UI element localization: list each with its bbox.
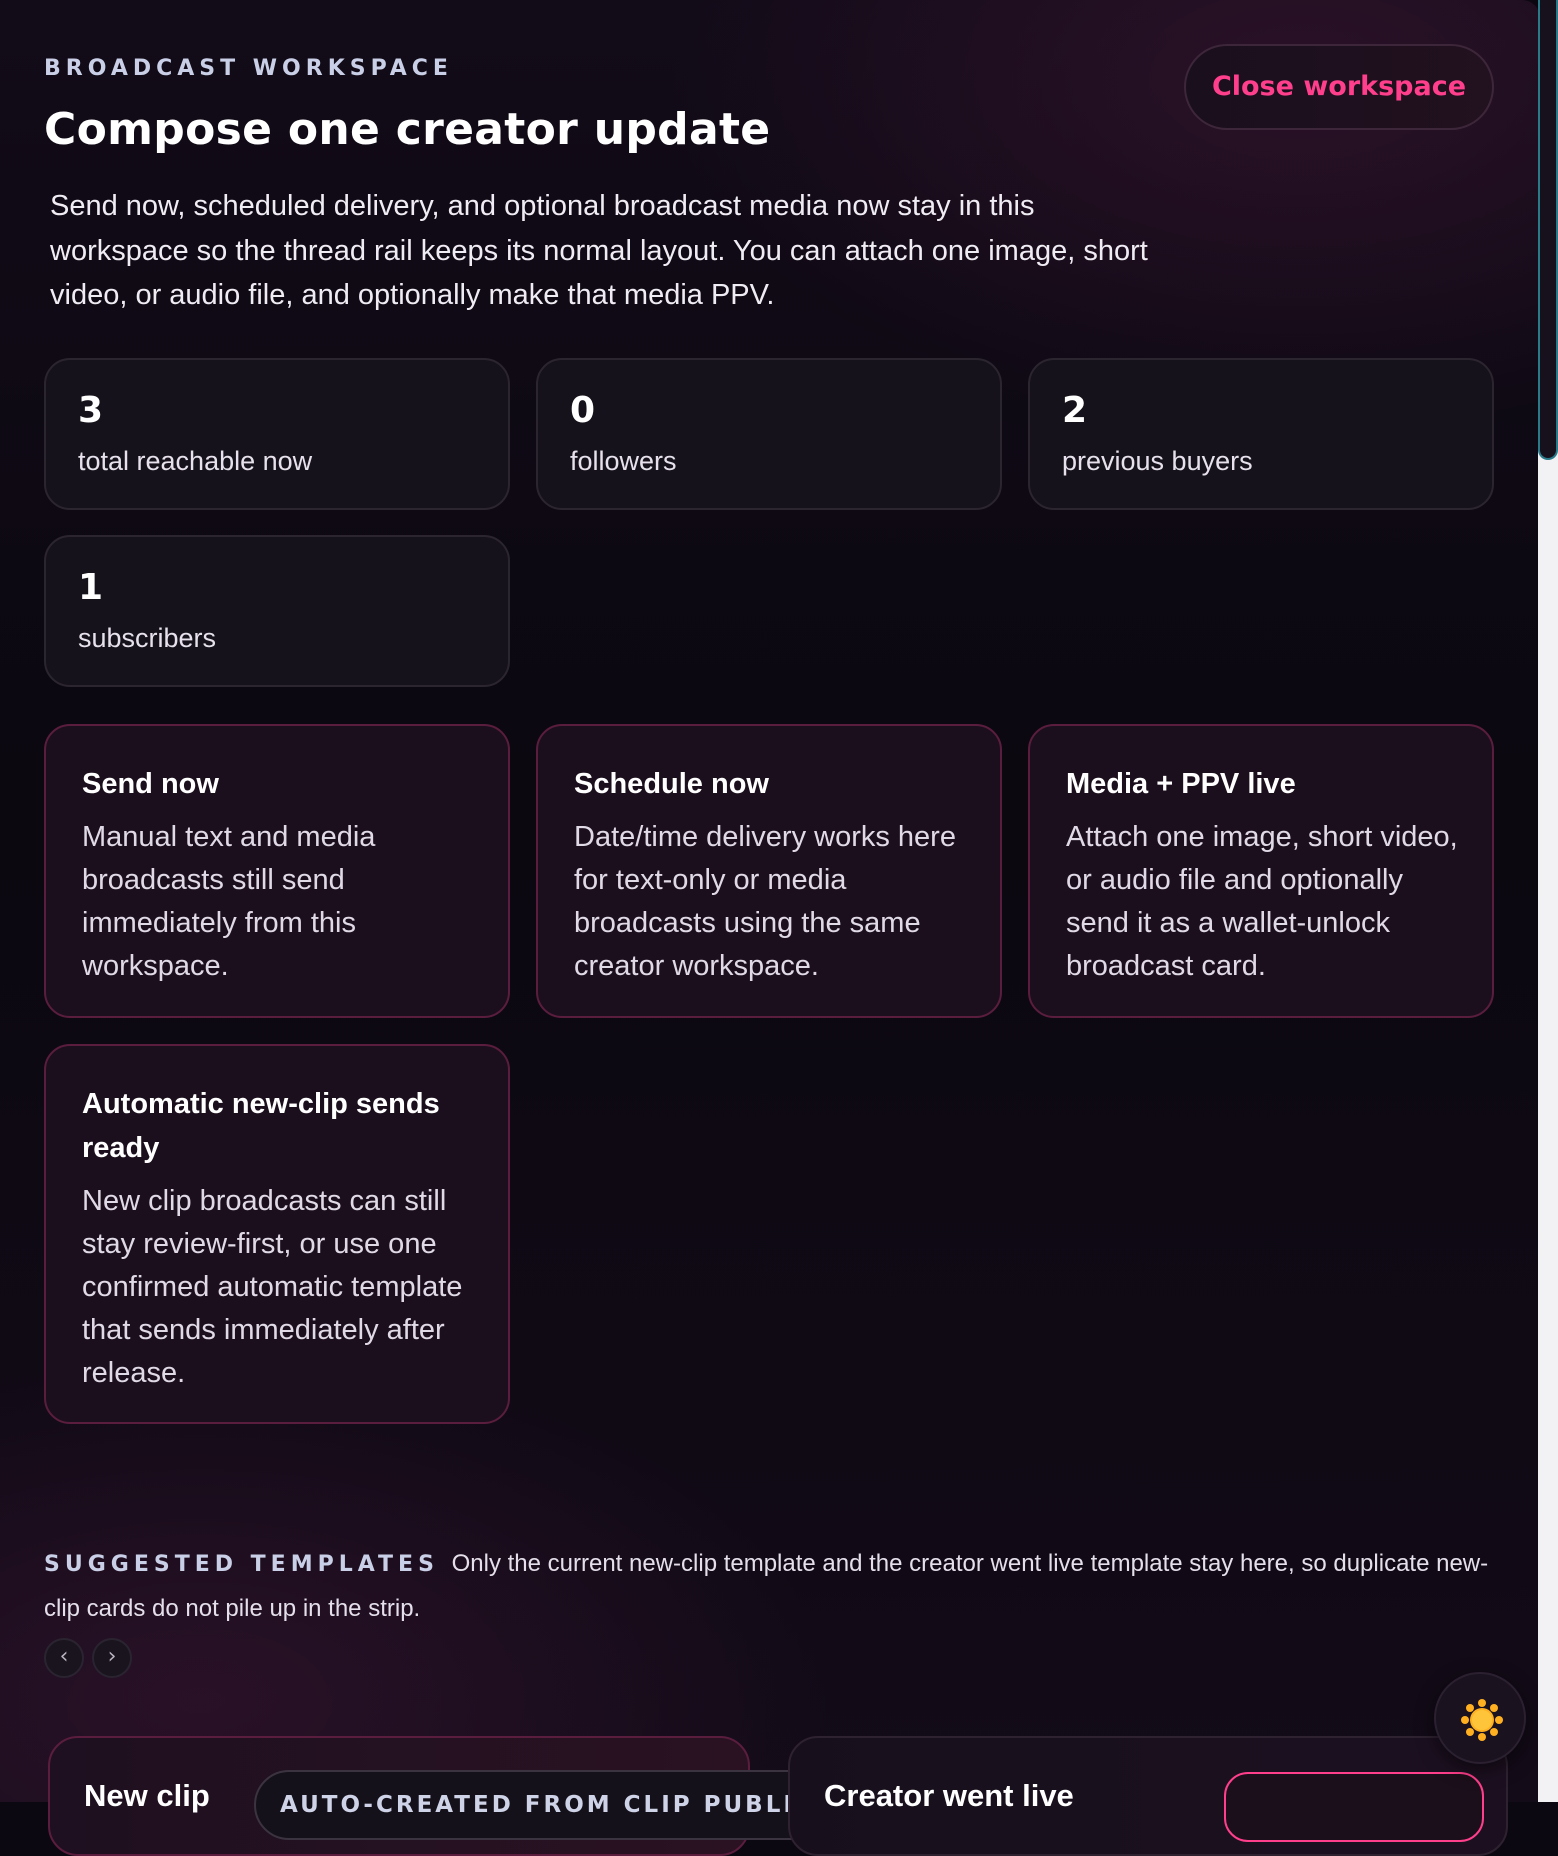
scrollbar-thumb[interactable] xyxy=(1538,0,1558,460)
feature-title: Schedule now xyxy=(574,768,769,800)
workspace-eyebrow: BROADCAST WORKSPACE xyxy=(44,56,453,81)
theme-toggle-button[interactable] xyxy=(1434,1672,1526,1764)
template-card-title: Creator went live xyxy=(824,1778,1074,1813)
suggested-templates-kicker: SUGGESTED TEMPLATES xyxy=(44,1552,439,1577)
feature-body: Manual text and media broadcasts still s… xyxy=(82,821,376,982)
feature-body: Date/time delivery works here for text-o… xyxy=(574,821,956,982)
stat-label: previous buyers xyxy=(1062,446,1253,476)
sun-icon xyxy=(1461,1699,1503,1741)
stat-value: 1 xyxy=(78,567,104,608)
stat-value: 0 xyxy=(570,390,596,431)
template-use-button[interactable] xyxy=(1224,1772,1484,1842)
feature-title: Send now xyxy=(82,768,219,800)
close-workspace-button[interactable]: Close workspace xyxy=(1184,44,1494,130)
stat-card-subscribers: 1 subscribers xyxy=(44,535,510,687)
workspace-intro: Send now, scheduled delivery, and option… xyxy=(50,190,1148,311)
page-title: Compose one creator update xyxy=(44,104,771,155)
feature-title: Media + PPV live xyxy=(1066,768,1296,800)
broadcast-workspace-panel: BROADCAST WORKSPACE Compose one creator … xyxy=(0,0,1540,1856)
stat-label: total reachable now xyxy=(78,446,313,476)
feature-body: New clip broadcasts can still stay revie… xyxy=(82,1185,463,1389)
stat-card-followers: 0 followers xyxy=(536,358,1002,510)
feature-card-send-now: Send now Manual text and media broadcast… xyxy=(44,724,510,1018)
templates-prev-button[interactable]: ‹ xyxy=(44,1638,84,1678)
stat-label: followers xyxy=(570,446,677,476)
feature-card-automatic-new-clip: Automatic new-clip sends ready New clip … xyxy=(44,1044,510,1424)
stat-card-previous-buyers: 2 previous buyers xyxy=(1028,358,1494,510)
feature-card-schedule-now: Schedule now Date/time delivery works he… xyxy=(536,724,1002,1018)
stat-card-total-reachable: 3 total reachable now xyxy=(44,358,510,510)
feature-card-media-ppv: Media + PPV live Attach one image, short… xyxy=(1028,724,1494,1018)
stat-label: subscribers xyxy=(78,623,217,653)
template-card-title: New clip xyxy=(84,1778,210,1813)
stat-value: 2 xyxy=(1062,390,1088,431)
stat-value: 3 xyxy=(78,390,104,431)
feature-body: Attach one image, short video, or audio … xyxy=(1066,821,1458,982)
templates-next-button[interactable]: › xyxy=(92,1638,132,1678)
suggested-templates-header: SUGGESTED TEMPLATES Only the current new… xyxy=(44,1542,1494,1631)
feature-title: Automatic new-clip sends ready xyxy=(82,1088,440,1164)
template-auto-created-badge: AUTO-CREATED FROM CLIP PUBLISH xyxy=(254,1770,863,1840)
